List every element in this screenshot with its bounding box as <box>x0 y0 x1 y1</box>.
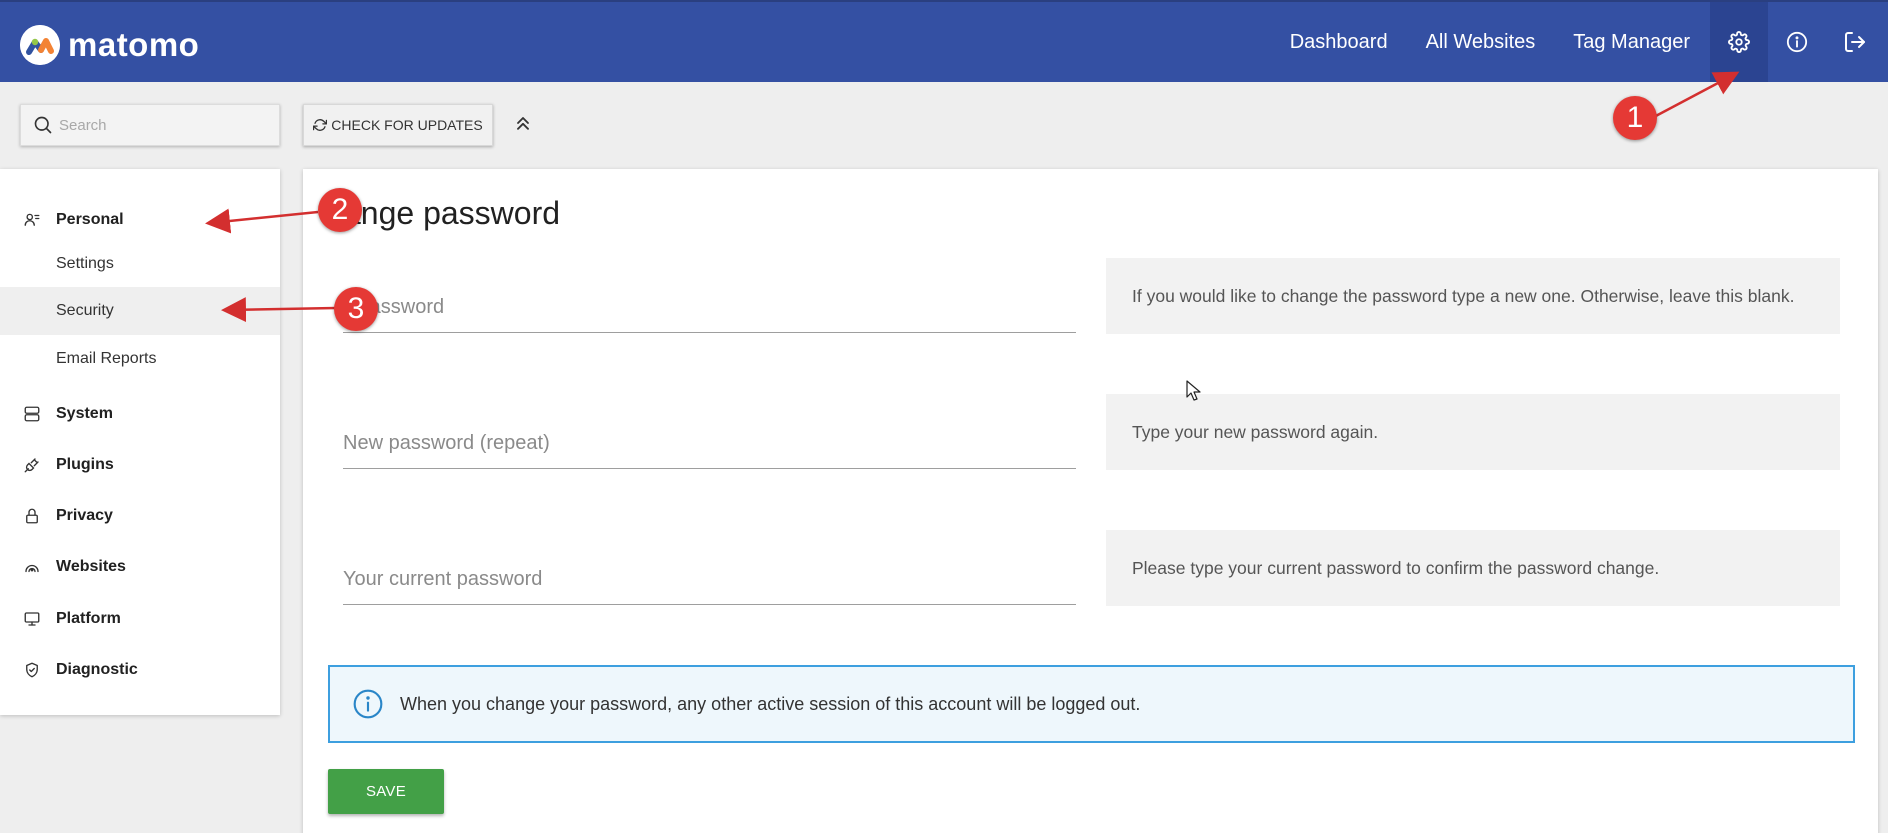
sidebar-item-label: Security <box>56 302 114 319</box>
top-navigation-bar: matomo Dashboard All Websites Tag Manage… <box>0 0 1888 82</box>
help-text: If you would like to change the password… <box>1132 285 1795 306</box>
save-button[interactable]: SAVE <box>328 769 444 814</box>
help-text: Please type your current password to con… <box>1132 557 1660 578</box>
sidebar-item-label: Email Reports <box>56 350 157 367</box>
sidebar-item-security[interactable]: Security <box>0 287 280 335</box>
help-text: Type your new password again. <box>1132 421 1379 442</box>
nav-dashboard[interactable]: Dashboard <box>1271 2 1407 82</box>
sidebar-category-platform[interactable]: Platform <box>0 601 280 637</box>
new-password-field[interactable] <box>343 283 1076 333</box>
nav-tag-manager[interactable]: Tag Manager <box>1554 2 1710 82</box>
logout-notice: When you change your password, any other… <box>328 665 1855 743</box>
logout-icon <box>1845 32 1865 52</box>
admin-sidebar: Personal Settings Security Email Reports… <box>0 169 280 715</box>
admin-settings-button[interactable] <box>1710 2 1768 82</box>
info-icon <box>1786 31 1808 53</box>
top-nav-links: Dashboard All Websites Tag Manager <box>1271 2 1888 82</box>
new-password-repeat-input[interactable] <box>343 419 1076 467</box>
refresh-icon <box>313 119 328 131</box>
lock-icon <box>26 508 38 524</box>
annotation-badge-1: 1 <box>1613 96 1657 140</box>
change-password-panel: ange password If you would like to chang… <box>303 169 1878 833</box>
sidebar-item-label: Settings <box>56 255 114 272</box>
sidebar-category-label: Platform <box>56 610 121 627</box>
search-input[interactable] <box>59 116 259 134</box>
websites-icon <box>25 564 39 573</box>
new-password-repeat-field[interactable] <box>343 419 1076 469</box>
page-title: ange password <box>343 195 561 231</box>
current-password-help: Please type your current password to con… <box>1106 530 1840 606</box>
help-button[interactable] <box>1768 2 1826 82</box>
sidebar-category-label: Websites <box>56 558 126 575</box>
sidebar-category-privacy[interactable]: Privacy <box>0 498 280 534</box>
new-password-input[interactable] <box>343 283 1076 331</box>
sidebar-category-label: System <box>56 405 113 422</box>
annotation-badge-3: 3 <box>334 287 378 331</box>
monitor-icon <box>24 612 40 626</box>
logo-text: matomo <box>68 26 200 63</box>
sidebar-category-plugins[interactable]: Plugins <box>0 447 280 483</box>
gear-icon <box>1728 31 1750 53</box>
check-for-updates-label: CHECK FOR UPDATES <box>331 117 483 133</box>
info-circle-icon <box>352 688 384 720</box>
current-password-field[interactable] <box>343 555 1076 605</box>
annotation-badge-2: 2 <box>318 188 362 232</box>
new-password-repeat-help: Type your new password again. <box>1106 394 1840 470</box>
sidebar-category-diagnostic[interactable]: Diagnostic <box>0 652 280 688</box>
matomo-logo-icon <box>20 25 60 65</box>
sidebar-category-system[interactable]: System <box>0 396 280 432</box>
matomo-logo[interactable]: matomo <box>20 24 199 66</box>
sidebar-item-email-reports[interactable]: Email Reports <box>0 335 280 383</box>
shield-icon <box>26 662 38 678</box>
new-password-help: If you would like to change the password… <box>1106 258 1840 334</box>
notice-text: When you change your password, any other… <box>400 693 1141 714</box>
server-icon <box>24 406 40 422</box>
logout-button[interactable] <box>1826 2 1884 82</box>
sidebar-item-settings[interactable]: Settings <box>0 240 280 288</box>
search-box[interactable] <box>20 104 280 146</box>
sidebar-category-label: Personal <box>56 211 124 228</box>
search-icon <box>34 116 52 134</box>
collapse-menu-button[interactable] <box>513 113 533 138</box>
plug-icon <box>24 458 39 473</box>
sidebar-category-label: Plugins <box>56 456 114 473</box>
sidebar-category-personal[interactable]: Personal <box>0 202 280 238</box>
current-password-input[interactable] <box>343 555 1076 603</box>
nav-all-websites[interactable]: All Websites <box>1407 2 1555 82</box>
double-chevron-up-icon <box>517 117 529 130</box>
check-for-updates-button[interactable]: CHECK FOR UPDATES <box>303 104 493 146</box>
sidebar-category-label: Privacy <box>56 507 113 524</box>
mouse-cursor-icon <box>1186 380 1202 407</box>
sidebar-category-label: Diagnostic <box>56 661 138 678</box>
sidebar-category-websites[interactable]: Websites <box>0 549 280 585</box>
users-icon <box>24 213 40 226</box>
